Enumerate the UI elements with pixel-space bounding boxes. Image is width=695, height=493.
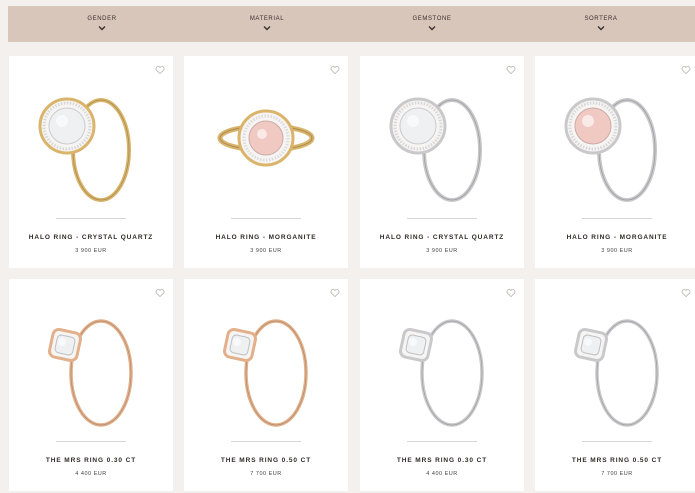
chevron-down-icon xyxy=(263,26,271,31)
product-card[interactable]: THE MRS RING 0.50 CT 7 700 EUR xyxy=(535,279,695,491)
product-price: 3 900 EUR xyxy=(601,248,633,254)
product-card[interactable]: THE MRS RING 0.30 CT 4 400 EUR xyxy=(360,279,524,491)
product-price: 3 900 EUR xyxy=(250,248,282,254)
product-card[interactable]: HALO RING - CRYSTAL QUARTZ 3 900 EUR xyxy=(360,56,524,268)
product-image[interactable] xyxy=(184,78,348,213)
product-image[interactable] xyxy=(535,78,695,213)
image-divider xyxy=(231,441,301,442)
filter-material[interactable]: MATERIAL xyxy=(207,6,327,42)
filter-material-label: MATERIAL xyxy=(249,16,285,22)
product-name[interactable]: HALO RING - MORGANITE xyxy=(184,234,348,241)
product-price: 7 700 EUR xyxy=(250,471,282,477)
heart-outline-icon[interactable] xyxy=(506,285,516,298)
product-name[interactable]: HALO RING - CRYSTAL QUARTZ xyxy=(9,234,173,241)
product-name[interactable]: HALO RING - CRYSTAL QUARTZ xyxy=(360,234,524,241)
product-card[interactable]: HALO RING - CRYSTAL QUARTZ 3 900 EUR xyxy=(9,56,173,268)
chevron-down-icon xyxy=(98,26,106,31)
image-divider xyxy=(231,218,301,219)
image-divider xyxy=(407,218,477,219)
product-image[interactable] xyxy=(9,301,173,436)
product-listing-page: GENDER MATERIAL GEMSTONE SORTERA HALO RI… xyxy=(0,0,695,493)
product-price: 3 900 EUR xyxy=(75,248,107,254)
image-divider xyxy=(582,218,652,219)
product-image[interactable] xyxy=(535,301,695,436)
product-price: 4 400 EUR xyxy=(75,471,107,477)
product-card[interactable]: HALO RING - MORGANITE 3 900 EUR xyxy=(184,56,348,268)
heart-outline-icon[interactable] xyxy=(506,62,516,75)
product-card[interactable]: THE MRS RING 0.50 CT 7 700 EUR xyxy=(184,279,348,491)
heart-outline-icon[interactable] xyxy=(330,285,340,298)
heart-outline-icon[interactable] xyxy=(330,62,340,75)
chevron-down-icon xyxy=(597,26,605,31)
product-price: 4 400 EUR xyxy=(426,471,458,477)
product-price: 7 700 EUR xyxy=(601,471,633,477)
product-image[interactable] xyxy=(360,78,524,213)
product-image[interactable] xyxy=(360,301,524,436)
product-card[interactable]: HALO RING - MORGANITE 3 900 EUR xyxy=(535,56,695,268)
heart-outline-icon[interactable] xyxy=(155,62,165,75)
product-price: 3 900 EUR xyxy=(426,248,458,254)
filter-sortera-label: SORTERA xyxy=(584,16,618,22)
product-name[interactable]: THE MRS RING 0.30 CT xyxy=(9,457,173,464)
filter-bar: GENDER MATERIAL GEMSTONE SORTERA xyxy=(8,6,695,42)
image-divider xyxy=(582,441,652,442)
filter-sortera[interactable]: SORTERA xyxy=(541,6,661,42)
chevron-down-icon xyxy=(428,26,436,31)
filter-gemstone[interactable]: GEMSTONE xyxy=(372,6,492,42)
product-name[interactable]: THE MRS RING 0.30 CT xyxy=(360,457,524,464)
filter-gender-label: GENDER xyxy=(87,16,117,22)
product-image[interactable] xyxy=(184,301,348,436)
heart-outline-icon[interactable] xyxy=(681,285,691,298)
heart-outline-icon[interactable] xyxy=(681,62,691,75)
product-name[interactable]: HALO RING - MORGANITE xyxy=(535,234,695,241)
product-image[interactable] xyxy=(9,78,173,213)
product-card[interactable]: THE MRS RING 0.30 CT 4 400 EUR xyxy=(9,279,173,491)
filter-gemstone-label: GEMSTONE xyxy=(412,16,452,22)
product-name[interactable]: THE MRS RING 0.50 CT xyxy=(535,457,695,464)
image-divider xyxy=(407,441,477,442)
image-divider xyxy=(56,218,126,219)
image-divider xyxy=(56,441,126,442)
product-name[interactable]: THE MRS RING 0.50 CT xyxy=(184,457,348,464)
filter-gender[interactable]: GENDER xyxy=(42,6,162,42)
heart-outline-icon[interactable] xyxy=(155,285,165,298)
